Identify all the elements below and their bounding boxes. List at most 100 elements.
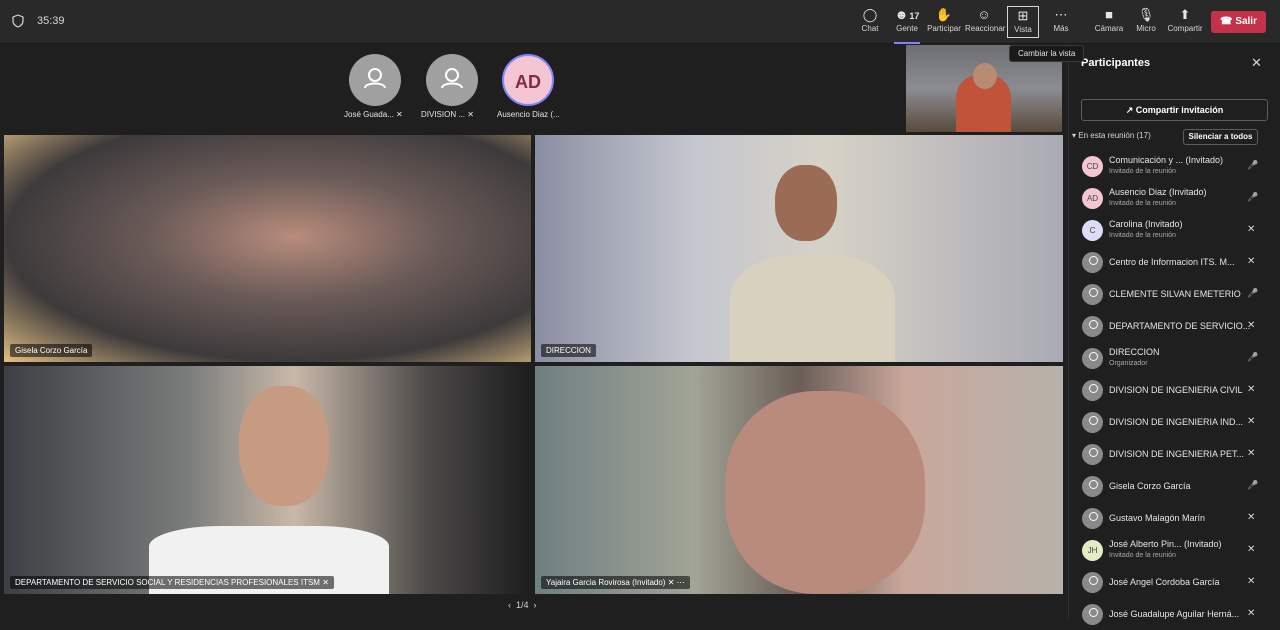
participant-row[interactable]: DEPARTAMENTO DE SERVICIO... ✕ [1069, 310, 1280, 342]
people-button[interactable]: ☻17 Gente [888, 6, 926, 44]
participant-avatar: CD [1082, 156, 1103, 177]
share-icon: ↗ [1125, 105, 1134, 115]
participant-name: Gustavo Malagón Marín [1109, 513, 1206, 523]
mic-off-icon: ✕ [1247, 256, 1256, 267]
person-icon [1082, 348, 1103, 369]
mic-off-icon: ✕ [1247, 416, 1256, 427]
hang-up-icon: ☎ [1220, 16, 1233, 27]
share-button[interactable]: ⬆ Compartir [1165, 6, 1205, 38]
participant-name: Gisela Corzo García [1109, 481, 1191, 491]
person-icon [1082, 476, 1103, 497]
roster-name-1: José Guada... ✕ [344, 110, 403, 119]
video-tile-2[interactable]: DIRECCION [535, 135, 1063, 362]
hand-icon: ✋ [935, 7, 953, 22]
view-button[interactable]: ⊞ Vista [1007, 6, 1039, 38]
chevron-right-icon[interactable]: › [534, 600, 537, 610]
microphone-icon: 🎙 [1137, 7, 1155, 22]
participant-row[interactable]: Gisela Corzo García 🎤 [1069, 470, 1280, 502]
participant-name: Centro de Informacion ITS. M... [1109, 257, 1235, 267]
participant-name: DIVISION DE INGENIERIA CIVIL [1109, 385, 1243, 395]
participant-name: José Guadalupe Aguilar Herná... [1109, 609, 1240, 619]
camera-icon: ■ [1105, 7, 1113, 22]
participant-name: José Alberto Pin... (Invitado) [1109, 539, 1222, 549]
participant-name: Comunicación y ... (Invitado) [1109, 155, 1224, 165]
mic-off-icon: ✕ [1247, 384, 1256, 395]
participant-row[interactable]: CD Comunicación y ... (Invitado) Invitado … [1069, 150, 1280, 182]
participant-role: Organizador [1109, 360, 1148, 367]
roster-avatar-3[interactable]: AD [502, 54, 554, 106]
mic-off-icon: ✕ [467, 110, 474, 119]
participant-row[interactable]: José Angel Cordoba García ✕ [1069, 566, 1280, 598]
leave-button[interactable]: ☎ Salir [1211, 11, 1266, 33]
participant-name: DIVISION DE INGENIERIA PET... [1109, 449, 1245, 459]
tile-name-label: DIRECCION [541, 344, 596, 357]
participant-name: CLEMENTE SILVAN EMETERIO [1109, 289, 1241, 299]
participant-avatar: C [1082, 220, 1103, 241]
person-icon [1082, 380, 1103, 401]
more-button[interactable]: ⋯ Más [1042, 6, 1080, 38]
mic-off-icon: ✕ [1247, 320, 1256, 331]
participant-row[interactable]: AD Ausencio Diaz (Invitado) Invitado de la… [1069, 182, 1280, 214]
view-tooltip: Cambiar la vista [1009, 45, 1085, 62]
ellipsis-icon: ⋯ [1054, 7, 1068, 22]
mic-off-icon: ✕ [1247, 224, 1256, 235]
roster-avatar-2[interactable] [426, 54, 478, 106]
person-icon [364, 68, 386, 89]
participant-row[interactable]: DIVISION DE INGENIERIA CIVIL ✕ [1069, 374, 1280, 406]
video-tile-4[interactable]: Yajaira Garcia Rovirosa (Invitado) ✕ ⋯ [535, 366, 1063, 594]
person-icon [1082, 412, 1103, 433]
video-tile-3[interactable]: DEPARTAMENTO DE SERVICIO SOCIAL Y RESIDE… [4, 366, 531, 594]
participant-row[interactable]: JH José Alberto Pin... (Invitado) Invitado… [1069, 534, 1280, 566]
person-icon [1082, 252, 1103, 273]
mic-off-icon: ✕ [1247, 608, 1256, 619]
roster-avatar-1[interactable] [349, 54, 401, 106]
mic-off-icon: ✕ [1247, 544, 1256, 555]
mute-all-button[interactable]: Silenciar a todos [1183, 129, 1258, 145]
share-tray-icon: ⬆ [1179, 7, 1191, 22]
close-icon[interactable]: ✕ [1251, 55, 1262, 71]
meeting-timer: 35:39 [37, 15, 65, 27]
share-invite-button[interactable]: ↗ Compartir invitación [1081, 99, 1268, 121]
mic-off-icon: ✕ [1247, 512, 1256, 523]
mic-off-icon: ✕ [667, 578, 675, 587]
person-icon [1082, 444, 1103, 465]
shield-icon [12, 14, 24, 28]
participant-role: Invitado de la reunión [1109, 168, 1176, 175]
mic-off-icon: ✕ [1247, 448, 1256, 459]
participant-row[interactable]: DIRECCION Organizador 🎤 [1069, 342, 1280, 374]
chat-icon: ◯ [862, 7, 878, 22]
participant-role: Invitado de la reunión [1109, 200, 1176, 207]
participants-panel: Participantes ✕ ↗ Compartir invitación ▾… [1068, 44, 1280, 625]
mic-off-icon: ✕ [396, 110, 403, 119]
participant-name: José Angel Cordoba García [1109, 577, 1220, 587]
raise-hand-button[interactable]: ✋ Participar [925, 6, 963, 38]
panel-title: Participantes [1081, 57, 1151, 69]
participant-name: DIRECCION [1109, 347, 1160, 357]
person-icon [1082, 316, 1103, 337]
more-options-icon: ⋯ [676, 578, 685, 587]
chevron-left-icon[interactable]: ‹ [508, 600, 511, 610]
participant-row[interactable]: CLEMENTE SILVAN EMETERIO 🎤 [1069, 278, 1280, 310]
participant-row[interactable]: Gustavo Malagón Marín ✕ [1069, 502, 1280, 534]
tile-name-label: Gisela Corzo García [10, 344, 93, 357]
video-tile-1[interactable]: Gisela Corzo García [4, 135, 531, 362]
in-meeting-section-header[interactable]: ▾ En esta reunión (17) [1072, 131, 1151, 140]
participant-row[interactable]: DIVISION DE INGENIERIA IND... ✕ [1069, 406, 1280, 438]
grid-icon: ⊞ [1017, 8, 1029, 23]
participant-row[interactable]: C Carolina (Invitado) Invitado de la reuni… [1069, 214, 1280, 246]
camera-button[interactable]: ■ Cámara [1090, 6, 1128, 38]
mic-button[interactable]: 🎙 Micro [1127, 6, 1165, 38]
microphone-icon: 🎤 [1247, 192, 1259, 202]
person-icon [1082, 508, 1103, 529]
mic-off-icon: ✕ [322, 578, 329, 587]
react-button[interactable]: ☺ Reaccionar [965, 6, 1005, 38]
participant-name: Ausencio Diaz (Invitado) [1109, 187, 1207, 197]
participant-row[interactable]: José Guadalupe Aguilar Herná... ✕ [1069, 598, 1280, 630]
participant-row[interactable]: DIVISION DE INGENIERIA PET... ✕ [1069, 438, 1280, 470]
chat-button[interactable]: ◯ Chat [851, 6, 889, 38]
participant-row[interactable]: Centro de Informacion ITS. M... ✕ [1069, 246, 1280, 278]
chevron-down-icon: ▾ [1072, 131, 1077, 140]
microphone-icon: 🎤 [1247, 352, 1259, 362]
participant-name: Carolina (Invitado) [1109, 219, 1183, 229]
microphone-icon: 🎤 [1247, 160, 1259, 170]
